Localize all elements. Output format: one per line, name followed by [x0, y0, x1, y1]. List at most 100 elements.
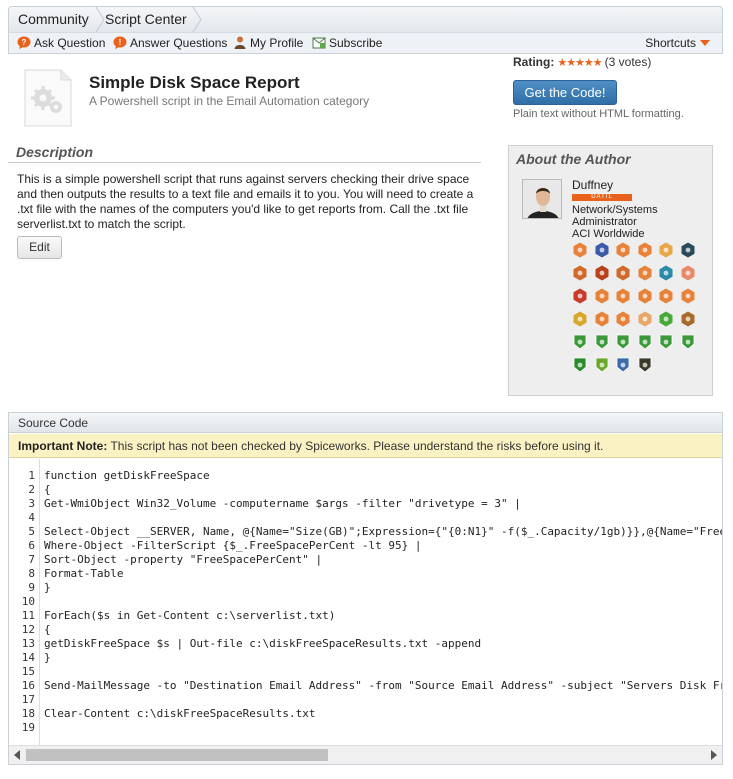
svg-text:?: ? [22, 38, 27, 47]
code-text: getDiskFreeSpace $s | Out-file c:\diskFr… [44, 637, 482, 650]
breadcrumb-separator-icon [95, 7, 105, 32]
author-badge-icon[interactable] [594, 357, 610, 373]
author-badge-icon[interactable] [594, 288, 610, 304]
script-document-icon [24, 69, 72, 127]
source-code-heading: Source Code [9, 413, 722, 433]
ask-question-icon: ? [17, 36, 31, 49]
code-text: } [44, 651, 51, 664]
avatar[interactable] [522, 179, 562, 219]
line-number: 8 [28, 567, 35, 580]
code-text: { [44, 483, 51, 496]
code-text: Clear-Content c:\diskFreeSpaceResults.tx… [44, 707, 316, 720]
breadcrumb-separator-icon [192, 7, 202, 32]
author-badge-icon[interactable] [637, 357, 653, 373]
author-badge-icon[interactable] [680, 334, 696, 350]
author-badge-icon[interactable] [680, 288, 696, 304]
author-badge-icon[interactable] [658, 288, 674, 304]
author-badge-icon[interactable] [637, 242, 653, 258]
author-badge-icon[interactable] [615, 334, 631, 350]
ask-question-link[interactable]: ? Ask Question [17, 36, 105, 50]
author-badge-icon[interactable] [658, 311, 674, 327]
author-badge-icon[interactable] [615, 265, 631, 281]
author-badge-icon[interactable] [615, 242, 631, 258]
line-number: 17 [21, 693, 35, 706]
edit-button[interactable]: Edit [17, 236, 62, 259]
code-line: 11 ForEach($s in Get-Content c:\serverlis… [9, 609, 722, 623]
scrollbar-thumb[interactable] [26, 749, 328, 761]
author-badge-icon[interactable] [680, 311, 696, 327]
answer-questions-link[interactable]: ! Answer Questions [113, 36, 227, 50]
author-job-line: Administrator [572, 216, 637, 228]
svg-text:!: ! [119, 38, 122, 47]
line-number: 13 [21, 637, 35, 650]
author-job-line: ACI Worldwide [572, 228, 645, 240]
scroll-right-icon[interactable] [711, 750, 717, 760]
line-number: 11 [21, 609, 35, 622]
author-badge-icon[interactable] [594, 242, 610, 258]
breadcrumb-script-center[interactable]: Script Center [105, 7, 187, 32]
author-badge-icon[interactable] [572, 334, 588, 350]
get-the-code-button[interactable]: Get the Code! [513, 80, 617, 105]
subscribe-link[interactable]: Subscribe [312, 36, 382, 50]
rating-label: Rating: [513, 55, 555, 69]
author-badge-icon[interactable] [594, 334, 610, 350]
author-badge-icon[interactable] [615, 357, 631, 373]
line-number: 10 [21, 595, 35, 608]
line-number: 6 [28, 539, 35, 552]
source-code-panel: Source Code Important Note: This script … [8, 412, 723, 765]
author-badge-icon[interactable] [615, 311, 631, 327]
shortcuts-menu[interactable]: Shortcuts [645, 36, 710, 50]
line-number: 2 [28, 483, 35, 496]
author-badge-icon[interactable] [594, 265, 610, 281]
breadcrumb-community[interactable]: Community [18, 7, 89, 32]
author-badge-icon[interactable] [637, 311, 653, 327]
chevron-down-icon [700, 40, 710, 46]
subscribe-icon [312, 37, 326, 49]
answer-questions-icon: ! [113, 36, 127, 49]
line-number: 5 [28, 525, 35, 538]
line-number: 12 [21, 623, 35, 636]
scroll-left-icon[interactable] [14, 750, 20, 760]
important-note-text: This script has not been checked by Spic… [107, 439, 604, 453]
action-bar: ? Ask Question ! Answer Questions My Profi… [8, 32, 723, 54]
page-subtitle: A Powershell script in the Email Automat… [89, 94, 370, 108]
author-badge-icon[interactable] [658, 265, 674, 281]
code-line: 5 Select-Object __SERVER, Name, @{Name="S… [9, 525, 722, 539]
code-line: 15 [9, 665, 722, 679]
author-badge-icon[interactable] [680, 265, 696, 281]
author-badge-icon[interactable] [594, 311, 610, 327]
author-badge-icon[interactable] [572, 311, 588, 327]
line-number: 19 [21, 721, 35, 734]
description-heading: Description [8, 144, 481, 163]
author-badge-icon[interactable] [637, 265, 653, 281]
author-badge-icon[interactable] [572, 288, 588, 304]
author-badge-icon[interactable] [572, 357, 588, 373]
breadcrumb: Community Script Center [8, 6, 723, 32]
line-number: 1 [28, 469, 35, 482]
horizontal-scrollbar[interactable] [9, 745, 722, 764]
code-text: Where-Object -FilterScript {$_.FreeSpace… [44, 539, 422, 552]
code-line: 4 [9, 511, 722, 525]
line-number: 16 [21, 679, 35, 692]
my-profile-link[interactable]: My Profile [233, 36, 303, 50]
author-badge-icon[interactable] [637, 288, 653, 304]
author-badge-icon[interactable] [637, 334, 653, 350]
author-job: Network/Systems Administrator ACI Worldw… [572, 204, 712, 240]
author-badge-icon[interactable] [658, 242, 674, 258]
line-number: 15 [21, 665, 35, 678]
author-job-line: Network/Systems [572, 204, 658, 216]
code-line: 2{ [9, 483, 722, 497]
author-badge-icon[interactable] [615, 288, 631, 304]
code-line: 9} [9, 581, 722, 595]
code-line: 13 getDiskFreeSpace $s | Out-file c:\disk… [9, 637, 722, 651]
author-badge-icon[interactable] [680, 242, 696, 258]
code-editor[interactable]: 1 function getDiskFreeSpace 2{3 Get-WmiObje… [9, 459, 722, 745]
author-name[interactable]: Duffney [572, 178, 613, 192]
author-badge-icon[interactable] [572, 242, 588, 258]
code-line: 16 Send-MailMessage -to "Destination Emai… [9, 679, 722, 693]
author-badge-icon[interactable] [572, 265, 588, 281]
profile-icon [234, 36, 246, 49]
line-number: 9 [28, 581, 35, 594]
author-badge-icon[interactable] [658, 334, 674, 350]
code-line: 14} [9, 651, 722, 665]
